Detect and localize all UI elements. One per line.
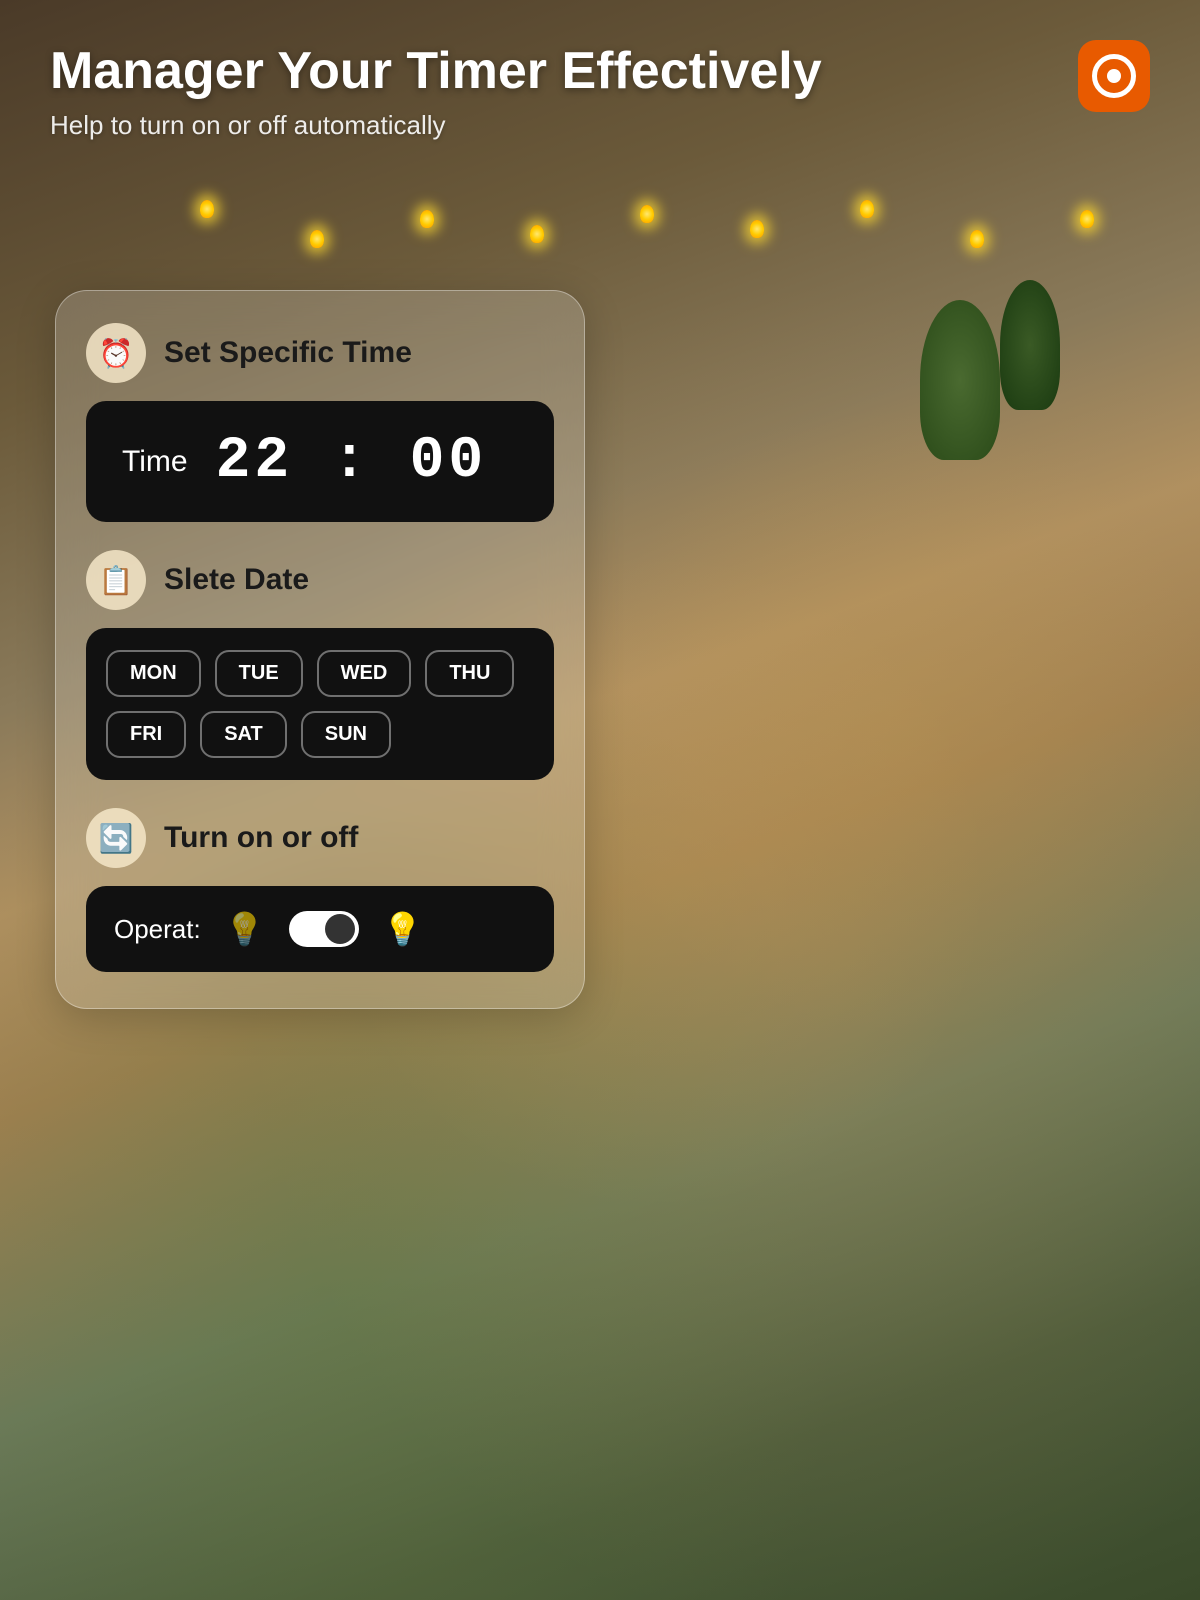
tree-1 [920,300,1000,460]
date-section: 📋 Slete Date MON TUE WED THU FRI SAT SUN [86,550,554,780]
day-sun[interactable]: SUN [301,711,391,758]
header-subtitle: Help to turn on or off automatically [50,110,1150,141]
day-thu[interactable]: THU [425,650,514,697]
day-fri[interactable]: FRI [106,711,186,758]
brand-logo [1078,40,1150,112]
day-wed[interactable]: WED [317,650,412,697]
calendar-icon: 📋 [86,550,146,610]
set-time-title: Set Specific Time [164,336,412,370]
time-display[interactable]: Time 22 : 00 [86,401,554,522]
time-label: Time [122,445,188,479]
day-tue[interactable]: TUE [215,650,303,697]
bulb-off-icon: 💡 [225,910,265,948]
clock-icon: ⏰ [86,323,146,383]
turn-on-off-header: 🔄 Turn on or off [86,808,554,868]
header: Manager Your Timer Effectively Help to t… [0,40,1200,141]
toggle-switch[interactable] [289,911,359,947]
operate-display: Operat: 💡 💡 [86,886,554,972]
turn-on-off-title: Turn on or off [164,821,358,855]
select-date-title: Slete Date [164,563,309,597]
bulb-on-icon: 💡 [383,910,423,948]
header-title: Manager Your Timer Effectively [50,40,1150,102]
day-sat[interactable]: SAT [200,711,287,758]
turn-on-off-section: 🔄 Turn on or off Operat: 💡 💡 [86,808,554,972]
brand-logo-inner [1092,54,1136,98]
days-grid: MON TUE WED THU FRI SAT SUN [86,628,554,780]
time-value: 22 : 00 [216,429,488,494]
day-mon[interactable]: MON [106,650,201,697]
set-time-header: ⏰ Set Specific Time [86,323,554,383]
tree-2 [1000,280,1060,410]
select-date-header: 📋 Slete Date [86,550,554,610]
time-hours: 22 [216,429,294,494]
toggle-section-icon: 🔄 [86,808,146,868]
toggle-knob [325,914,355,944]
time-minutes: 00 [410,429,488,494]
time-separator: : [332,429,371,494]
main-card: ⏰ Set Specific Time Time 22 : 00 📋 Slete… [55,290,585,1009]
operate-label: Operat: [114,914,201,945]
